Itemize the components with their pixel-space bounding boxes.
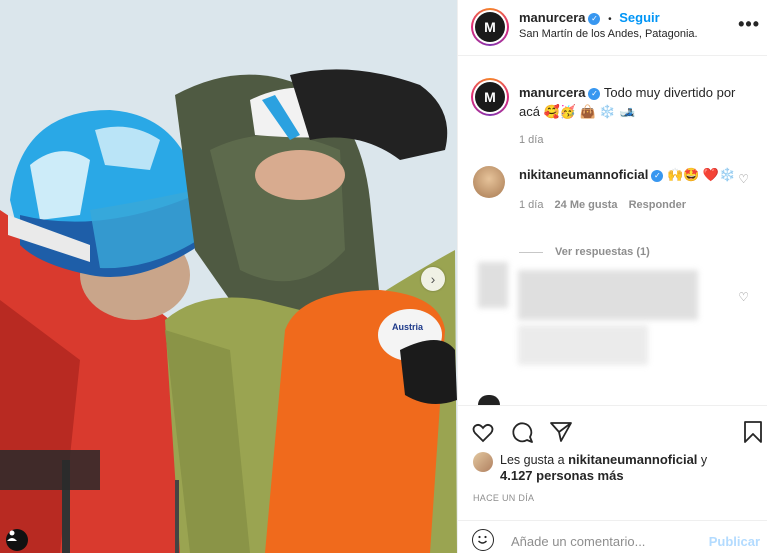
commenter-avatar[interactable]: [473, 166, 505, 198]
separator-dot: •: [608, 14, 612, 25]
comment-likes[interactable]: 24 Me gusta: [555, 199, 618, 211]
likes-count[interactable]: 4.127 personas más: [500, 468, 624, 483]
comment-icon[interactable]: [510, 420, 534, 444]
caption: manurcera ✓ Todo muy divertido por acá 🥰🥳…: [519, 83, 759, 150]
likes-summary[interactable]: Les gusta a nikitaneumannoficial y 4.127…: [500, 452, 760, 484]
comment-bar: Añade un comentario... Publicar: [458, 520, 767, 553]
bookmark-icon[interactable]: [741, 420, 765, 444]
more-options-icon[interactable]: •••: [738, 14, 760, 35]
publish-button[interactable]: Publicar: [709, 534, 760, 549]
comment-input[interactable]: Añade un comentario...: [511, 534, 645, 549]
verified-icon: ✓: [651, 169, 664, 182]
verified-icon: ✓: [588, 12, 601, 25]
view-replies[interactable]: Ver respuestas (1): [519, 246, 650, 258]
smiley-icon[interactable]: [472, 529, 494, 551]
photo-image: Austria: [0, 0, 457, 553]
blurred-comment: [518, 270, 698, 320]
tagged-user-icon[interactable]: [6, 529, 28, 551]
next-photo-arrow-icon[interactable]: ›: [421, 267, 445, 291]
comment-text: 🙌🤩 ❤️❄️: [666, 167, 736, 182]
svg-text:Austria: Austria: [392, 322, 424, 332]
location-link[interactable]: San Martín de los Andes, Patagonia.: [519, 28, 698, 40]
comment-item: nikitaneumannoficial ✓ 🙌🤩 ❤️❄️ 1 día 24 M…: [519, 166, 739, 214]
caption-avatar[interactable]: M: [471, 78, 509, 116]
liker-username[interactable]: nikitaneumannoficial: [568, 452, 697, 467]
post-date[interactable]: HACE UN DÍA: [473, 493, 534, 503]
follow-button[interactable]: Seguir: [619, 10, 659, 25]
blurred-comment: [518, 325, 648, 365]
reply-button[interactable]: Responder: [629, 199, 686, 211]
post-panel: M manurcera ✓ • Seguir San Martín de los …: [457, 0, 767, 553]
partial-avatar: [478, 395, 500, 405]
caption-time[interactable]: 1 día: [519, 131, 759, 150]
account-username[interactable]: manurcera: [519, 10, 585, 25]
heart-icon[interactable]: [471, 420, 495, 444]
liker-avatar[interactable]: [473, 452, 493, 472]
comment-time[interactable]: 1 día: [519, 199, 543, 211]
comment-like-icon[interactable]: ♡: [738, 172, 749, 186]
comment-username[interactable]: nikitaneumannoficial: [519, 167, 648, 182]
caption-username[interactable]: manurcera: [519, 85, 585, 100]
blurred-avatar: [478, 262, 508, 308]
post-photo[interactable]: Austria ›: [0, 0, 457, 553]
share-icon[interactable]: [549, 420, 573, 444]
comment-like-icon[interactable]: ♡: [738, 290, 749, 304]
avatar[interactable]: M: [471, 8, 509, 46]
verified-icon: ✓: [588, 87, 601, 100]
post-header: M manurcera ✓ • Seguir San Martín de los …: [458, 0, 767, 56]
